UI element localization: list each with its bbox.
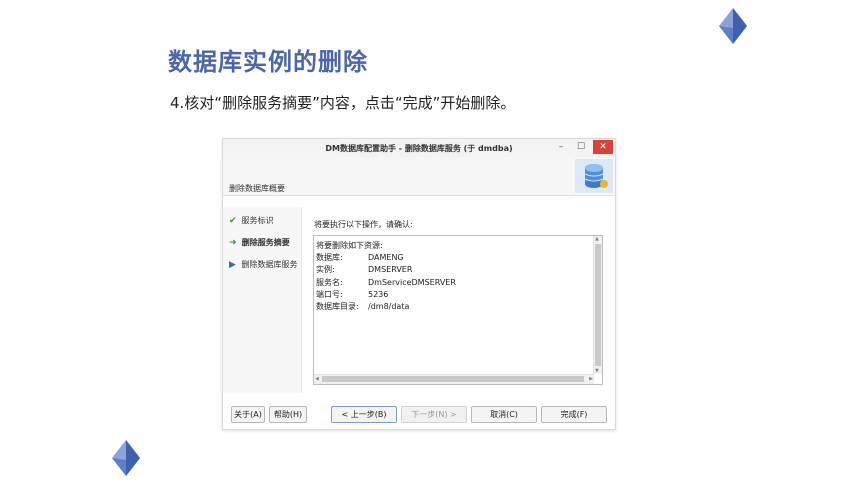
summary-row: 数据库目录:/dm8/data: [316, 302, 410, 312]
prev-button[interactable]: < 上一步(B): [331, 406, 397, 423]
dialog-titlebar[interactable]: DM数据库配置助手 - 删除数据库服务 (于 dmdba) – ☐ ✕: [223, 139, 615, 157]
slide-subtitle: 4.核对“删除服务摘要”内容，点击“完成”开始删除。: [170, 94, 516, 112]
step-navigation: ✔ 服务标识 ➜ 删除服务摘要 ▶ 删除数据库服务: [223, 207, 302, 393]
summary-content: 将要删除如下资源: 数据库: DAMENG 实例: DMSERVER 服务名: DmS…: [316, 240, 456, 313]
summary-textarea[interactable]: 将要删除如下资源: 数据库: DAMENG 实例: DMSERVER 服务名: DmS…: [313, 235, 603, 385]
minimize-icon[interactable]: –: [551, 140, 571, 154]
nav-item-delete-service[interactable]: ▶ 删除数据库服务: [229, 259, 298, 270]
scroll-right-icon[interactable]: ▶: [589, 376, 593, 382]
summary-heading: 将要删除如下资源:: [316, 241, 383, 250]
cancel-button[interactable]: 取消(C): [471, 406, 537, 423]
finish-button[interactable]: 完成(F): [541, 406, 607, 423]
check-icon: ✔: [229, 216, 237, 226]
dm-config-dialog: DM数据库配置助手 - 删除数据库服务 (于 dmdba) – ☐ ✕ 删除数据…: [222, 138, 616, 430]
close-icon[interactable]: ✕: [593, 140, 613, 154]
summary-row: 端口号: 5236: [316, 289, 389, 299]
horizontal-scroll-thumb[interactable]: [322, 376, 584, 382]
diamond-decoration-top-right: [719, 8, 747, 44]
horizontal-scrollbar[interactable]: ◀ ▶: [314, 374, 594, 384]
nav-item-summary[interactable]: ➜ 删除服务摘要: [229, 237, 290, 248]
help-button[interactable]: 帮助(H): [269, 406, 307, 423]
summary-row: 实例: DMSERVER: [316, 265, 413, 275]
about-button[interactable]: 关于(A): [231, 406, 265, 423]
nav-item-label: 删除数据库服务: [241, 260, 298, 269]
slide-title: 数据库实例的删除: [168, 48, 368, 76]
summary-row: 服务名: DmServiceDMSERVER: [316, 277, 456, 287]
vertical-scroll-thumb[interactable]: [595, 244, 601, 366]
diamond-decoration-bottom-left: [112, 440, 140, 476]
maximize-icon[interactable]: ☐: [571, 140, 591, 154]
summary-row: 数据库: DAMENG: [316, 253, 404, 263]
scroll-up-icon[interactable]: ▲: [595, 236, 599, 242]
nav-item-service-id[interactable]: ✔ 服务标识: [229, 215, 274, 226]
next-button[interactable]: 下一步(N) >: [401, 406, 467, 423]
step-header-label: 删除数据库概要: [229, 184, 285, 193]
scroll-left-icon[interactable]: ◀: [315, 376, 319, 382]
vertical-scrollbar[interactable]: ▲ ▼: [593, 236, 602, 374]
content-instruction: 将要执行以下操作，请确认:: [314, 220, 413, 229]
nav-item-label: 删除服务摘要: [241, 238, 290, 247]
database-icon: [575, 159, 613, 193]
arrow-right-icon: ➜: [229, 238, 237, 248]
scroll-down-icon[interactable]: ▼: [595, 368, 599, 374]
triangle-right-icon: ▶: [229, 260, 236, 270]
nav-item-label: 服务标识: [241, 216, 274, 225]
